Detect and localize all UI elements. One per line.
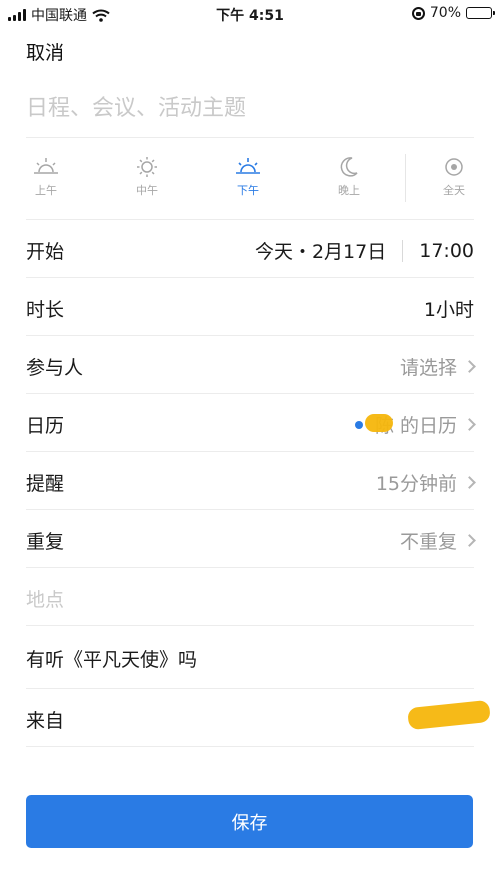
reminder-text: 15分钟前 xyxy=(375,473,457,495)
reminder-row[interactable]: 提醒 15分钟前 xyxy=(26,452,476,510)
event-title-input[interactable] xyxy=(26,88,474,128)
source-label: 来自 xyxy=(26,710,65,732)
divider xyxy=(402,239,404,262)
reminder-value: 15分钟前 xyxy=(375,469,476,496)
chevron-right-icon xyxy=(463,360,476,373)
note-field[interactable]: 有听《平凡天使》吗 xyxy=(26,628,474,686)
source-row: 来自 xyxy=(26,689,474,747)
calendar-row[interactable]: 日历 陈 的日历 xyxy=(26,394,476,452)
divider xyxy=(26,746,474,747)
divider xyxy=(405,154,406,202)
all-day-icon xyxy=(445,158,463,176)
battery-icon xyxy=(466,7,495,19)
duration-label: 时长 xyxy=(26,299,65,321)
status-right: 70% xyxy=(411,5,495,21)
reminder-label: 提醒 xyxy=(26,473,65,495)
period-morning[interactable]: 上午 xyxy=(16,150,76,198)
participants-label: 参与人 xyxy=(26,357,84,379)
calendar-label: 日历 xyxy=(26,415,65,437)
divider xyxy=(26,137,474,138)
period-label: 中午 xyxy=(136,184,158,197)
rotation-lock-icon xyxy=(411,6,425,20)
cancel-button[interactable]: 取消 xyxy=(26,38,64,65)
divider xyxy=(26,625,474,626)
chevron-right-icon xyxy=(463,476,476,489)
repeat-label: 重复 xyxy=(26,531,65,553)
start-row[interactable]: 开始 今天・2月17日 17:00 xyxy=(26,220,474,278)
start-time[interactable]: 17:00 xyxy=(419,240,474,262)
chevron-right-icon xyxy=(463,534,476,547)
period-label: 全天 xyxy=(443,184,465,197)
period-label: 下午 xyxy=(237,184,259,197)
location-placeholder: 地点 xyxy=(26,589,65,611)
repeat-value: 不重复 xyxy=(399,527,476,554)
period-evening[interactable]: 晚上 xyxy=(319,150,379,198)
battery-percent: 70% xyxy=(429,5,461,21)
calendar-color-dot xyxy=(354,420,363,429)
status-bar: 中国联通 下午 4:51 70% xyxy=(0,0,500,28)
location-field[interactable]: 地点 xyxy=(26,568,474,626)
sunrise-icon xyxy=(34,158,58,174)
period-label: 晚上 xyxy=(338,184,360,197)
period-all-day[interactable]: 全天 xyxy=(424,150,484,198)
period-afternoon[interactable]: 下午 xyxy=(218,150,278,198)
participants-row[interactable]: 参与人 请选择 xyxy=(26,336,476,394)
sunset-icon xyxy=(236,158,260,174)
participants-value: 请选择 xyxy=(399,353,476,380)
start-value: 今天・2月17日 17:00 xyxy=(255,237,474,264)
duration-row[interactable]: 时长 1小时 xyxy=(26,278,474,336)
start-label: 开始 xyxy=(26,241,65,263)
repeat-text: 不重复 xyxy=(399,531,457,553)
time-period-picker: 上午 中午 下午 晚上 全天 xyxy=(0,150,500,210)
repeat-row[interactable]: 重复 不重复 xyxy=(26,510,476,568)
period-label: 上午 xyxy=(35,184,57,197)
period-noon[interactable]: 中午 xyxy=(117,150,177,198)
save-button[interactable]: 保存 xyxy=(26,795,473,848)
note-text: 有听《平凡天使》吗 xyxy=(26,649,198,671)
moon-icon xyxy=(340,157,358,177)
chevron-right-icon xyxy=(463,418,476,431)
participants-text: 请选择 xyxy=(399,357,457,379)
start-date[interactable]: 今天・2月17日 xyxy=(255,237,386,264)
redaction-scribble xyxy=(365,414,393,432)
sun-icon xyxy=(137,157,157,177)
duration-value: 1小时 xyxy=(423,299,474,321)
